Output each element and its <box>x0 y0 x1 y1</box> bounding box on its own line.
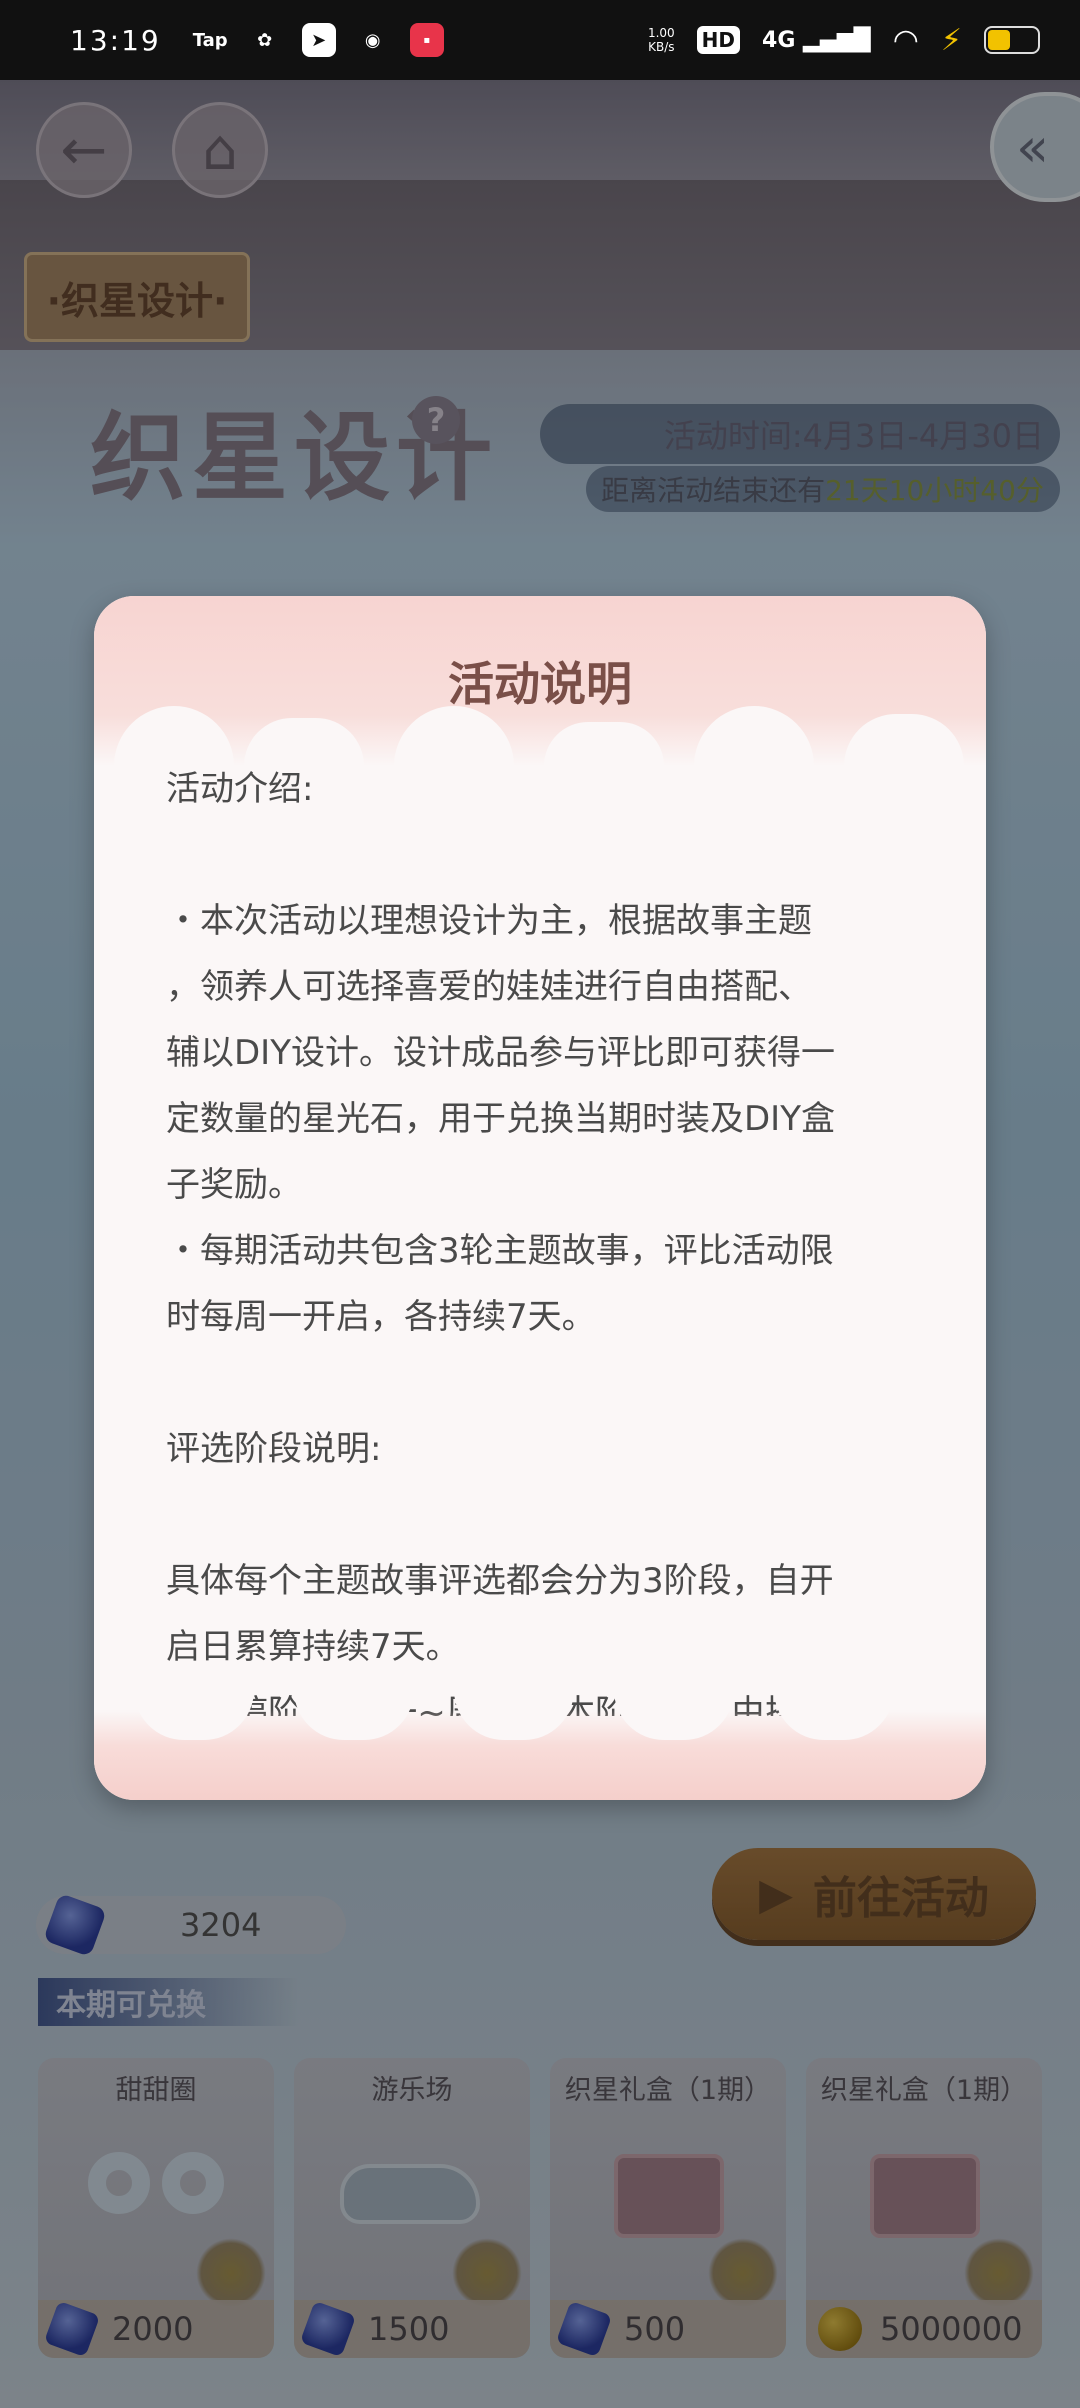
pinwheel-icon: ✿ <box>257 29 273 51</box>
modal-line: 辅以DIY设计。设计成品参与评比即可获得一 <box>166 1033 835 1073</box>
modal-line: 具体每个主题故事评选都会分为3阶段，自开 <box>166 1561 834 1601</box>
battery-icon <box>984 26 1040 54</box>
modal-line: ，领养人可选择喜爱的娃娃进行自由搭配、 <box>166 967 812 1007</box>
modal-line: ・本次活动以理想设计为主，根据故事主题 <box>166 901 812 941</box>
taptap-icon: Tap <box>192 29 228 51</box>
signal-type: 4G <box>762 27 796 53</box>
net-speed: 1.00 KB/s <box>647 26 675 54</box>
status-bar: 13:19 Tap ✿ ➤ ◉ ▪ 1.00 KB/s HD 4G ▂▄▆█ ◠… <box>0 0 1080 80</box>
status-time: 13:19 <box>70 23 161 57</box>
modal-line: 定数量的星光石，用于兑换当期时装及DIY盒 <box>166 1099 835 1139</box>
modal-line <box>166 822 926 888</box>
modal-line: ・每期活动共包含3轮主题故事，评比活动限 <box>166 1231 834 1271</box>
modal-body-scroll[interactable]: 活动介绍: ・本次活动以理想设计为主，根据故事主题 ，领养人可选择喜爱的娃娃进行… <box>166 756 926 1716</box>
modal-line <box>166 1482 926 1548</box>
modal-line: 评选阶段说明: <box>166 1429 382 1469</box>
charging-icon: ⚡ <box>940 22 962 58</box>
modal-footer <box>94 1690 986 1800</box>
event-description-modal: 活动说明 活动介绍: ・本次活动以理想设计为主，根据故事主题 ，领养人可选择喜爱… <box>94 596 986 1800</box>
xiaohongshu-icon: ▪ <box>409 23 444 57</box>
cellular-signal-icon: 4G ▂▄▆█ <box>762 27 871 53</box>
hd-badge: HD <box>696 26 741 54</box>
modal-title: 活动说明 <box>448 657 632 711</box>
modal-line <box>166 1350 926 1416</box>
modal-line: 子奖励。 <box>166 1165 302 1205</box>
send-icon: ➤ <box>301 23 336 57</box>
weibo-icon: ◉ <box>364 29 381 51</box>
modal-line: 启日累算持续7天。 <box>166 1627 460 1667</box>
modal-line: 时每周一开启，各持续7天。 <box>166 1297 596 1337</box>
modal-line: 活动介绍: <box>166 769 314 809</box>
wifi-icon: ◠ <box>892 22 919 58</box>
